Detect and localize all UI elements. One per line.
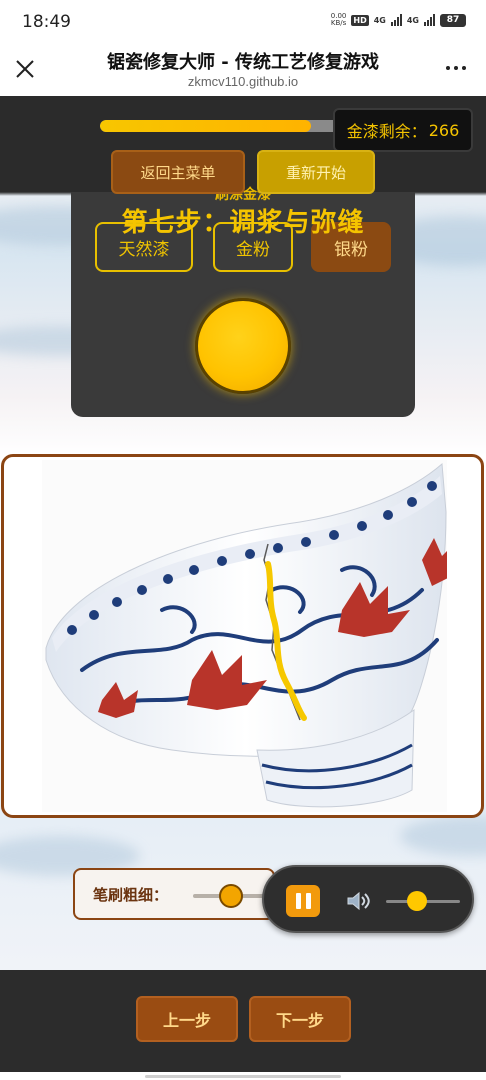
page-url: zkmcv110.github.io (187, 74, 299, 89)
repair-canvas[interactable] (1, 454, 484, 818)
hd-icon: HD (351, 14, 369, 26)
brush-size-slider-handle[interactable] (219, 884, 243, 908)
progress-fill (100, 120, 312, 132)
page-title: 锯瓷修复大师 - 传统工艺修复游戏 (106, 52, 379, 73)
more-dots-icon[interactable] (446, 66, 466, 70)
game-viewport: 金漆剩余： 266 刷涂金漆 天然漆 金粉 银粉 第七步：调浆与弥缝 返回主菜单… (0, 96, 486, 1072)
next-step-button[interactable]: 下一步 (249, 996, 351, 1042)
gold-label: 金漆剩余： (346, 122, 427, 141)
status-icons: 0.00 KB/s HD 4G 4G 87 (331, 13, 466, 27)
step-panel: 刷涂金漆 天然漆 金粉 银粉 第七步：调浆与弥缝 (71, 187, 415, 417)
pause-icon[interactable] (286, 885, 320, 917)
net-speed: 0.00 KB/s (330, 12, 347, 27)
restart-button[interactable]: 重新开始 (257, 150, 375, 194)
main-menu-button[interactable]: 返回主菜单 (111, 150, 245, 194)
audio-controls (262, 865, 474, 933)
signal-icon-2 (424, 14, 435, 26)
prev-step-button[interactable]: 上一步 (136, 996, 238, 1042)
gold-remaining-display: 金漆剩余： 266 (333, 108, 473, 152)
progress-bar (100, 120, 340, 132)
status-time: 18:49 (22, 12, 71, 32)
gold-value: 266 (428, 120, 460, 140)
network-type-1: 4G (373, 15, 386, 25)
volume-slider-handle[interactable] (407, 891, 427, 911)
speaker-icon[interactable] (344, 887, 372, 915)
signal-icon (390, 14, 402, 26)
battery-icon: 87 (440, 13, 466, 27)
brush-size-control: 笔刷粗细： (73, 868, 277, 920)
status-bar: 18:49 0.00 KB/s HD 4G 4G 87 (0, 0, 486, 44)
network-type-2: 4G (406, 15, 419, 25)
browser-title-bar: 锯瓷修复大师 - 传统工艺修复游戏 zkmcv110.github.io (0, 44, 486, 96)
bottom-bar (0, 970, 486, 1072)
brush-size-label: 笔刷粗细： (93, 886, 169, 904)
home-indicator (0, 1072, 486, 1080)
cloud-decoration (400, 816, 486, 856)
gold-orb-icon[interactable] (195, 298, 291, 394)
porcelain-bowl-image (45, 462, 447, 808)
step-title: 第七步：调浆与弥缝 (121, 208, 365, 238)
close-icon[interactable] (12, 56, 38, 82)
